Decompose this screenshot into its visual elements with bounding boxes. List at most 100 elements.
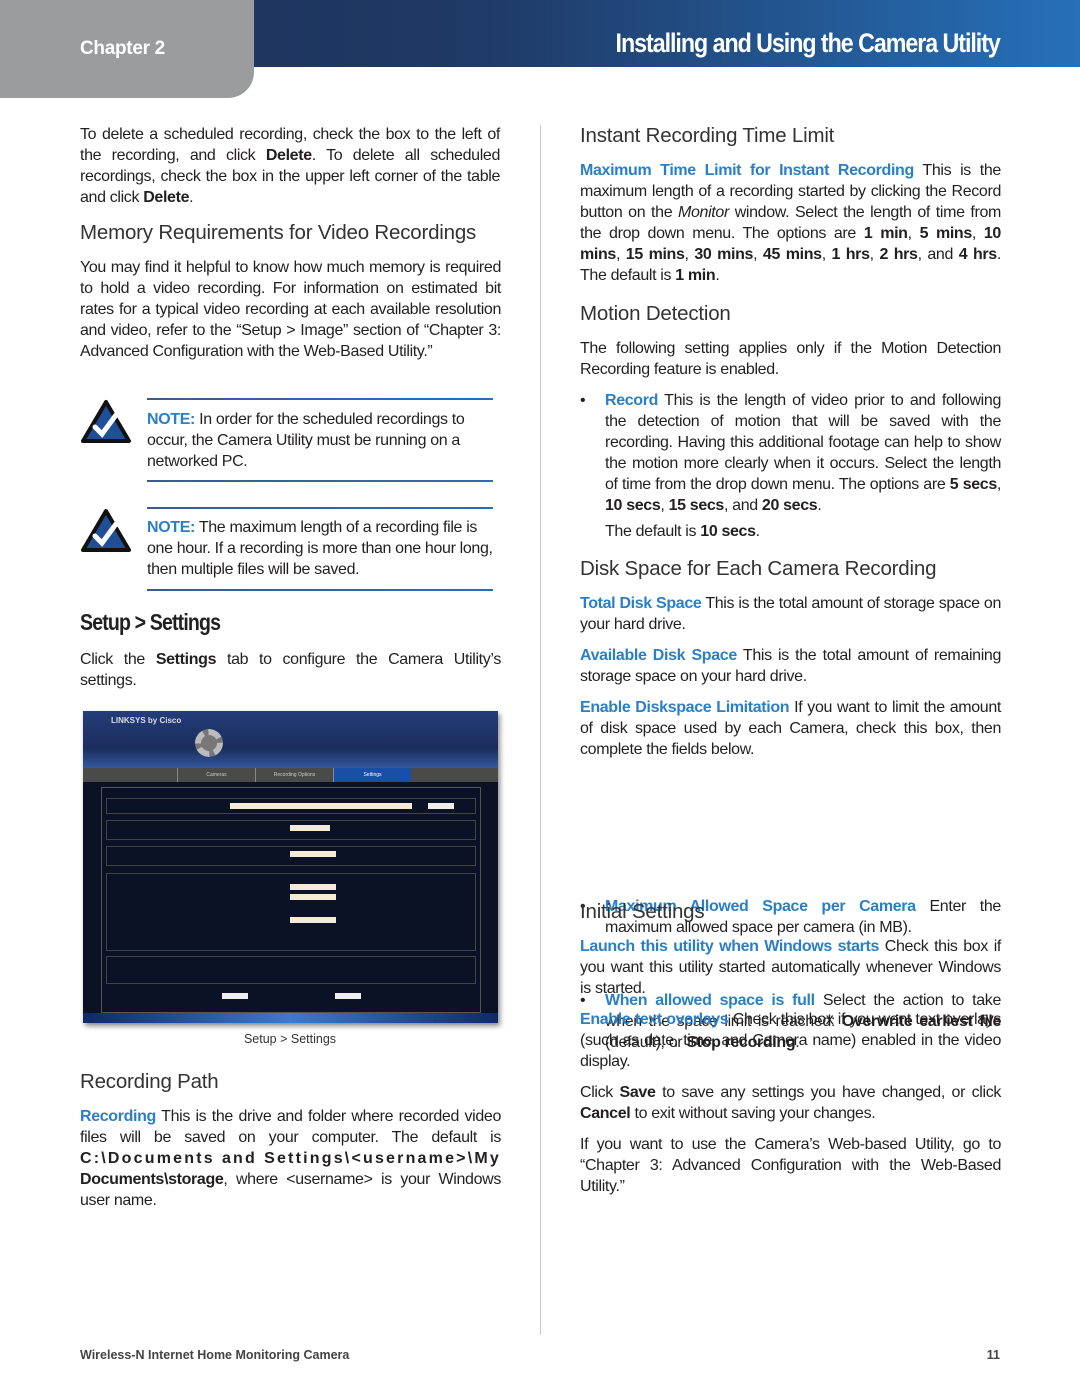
- figure-caption: Setup > Settings: [243, 1032, 337, 1046]
- text-run: Click the: [80, 651, 156, 668]
- text-run: Delete: [265, 147, 312, 164]
- note-text: The maximum length of a recording file i…: [147, 519, 493, 578]
- text-run: Delete: [143, 189, 190, 206]
- note-1: NOTE: In order for the scheduled recordi…: [147, 409, 497, 472]
- motion-detection-heading: Motion Detection: [580, 302, 731, 325]
- text-run: 4 hrs: [958, 246, 997, 263]
- web-utility-paragraph: If you want to use the Camera’s Web-base…: [580, 1134, 1001, 1197]
- initial-settings-heading: Initial Settings: [580, 900, 705, 923]
- checkmark-note-icon: [81, 400, 131, 443]
- text-run: 10 secs: [700, 523, 756, 540]
- note-divider: [147, 589, 493, 591]
- text-run: ,: [660, 497, 669, 514]
- chapter-title: Installing and Using the Camera Utility: [615, 28, 1001, 58]
- text-run: The following setting applies only if th…: [580, 340, 1001, 378]
- term-label: Total Disk Space: [580, 595, 702, 612]
- screenshot-tab-recording-options: Recording Options: [255, 768, 333, 782]
- text-run: ,: [907, 225, 920, 242]
- text-run: 10 secs: [605, 497, 661, 514]
- text-run: ,: [971, 225, 984, 242]
- setup-paragraph: Click the Settings tab to configure the …: [80, 649, 501, 691]
- text-run: , and: [917, 246, 959, 263]
- page-number: 11: [986, 1348, 1000, 1362]
- text-run: The default is: [605, 523, 701, 540]
- term-label: Enable Diskspace Limitation: [580, 699, 790, 716]
- note-label: NOTE:: [147, 411, 196, 428]
- instant-recording-paragraph: Maximum Time Limit for Instant Recording…: [580, 160, 1001, 286]
- text-run: ,: [996, 476, 1002, 493]
- text-run: Click: [580, 1084, 620, 1101]
- text-run: ,: [753, 246, 763, 263]
- screenshot-logo: LINKSYS by Cisco: [111, 716, 182, 725]
- text-run: This is the length of video prior to and…: [605, 392, 1001, 493]
- term-label: Available Disk Space: [580, 647, 737, 664]
- term-label: Maximum Time Limit for Instant Recording: [580, 162, 914, 179]
- text-run: 30 mins: [694, 246, 754, 263]
- note-label: NOTE:: [147, 519, 196, 536]
- delete-paragraph: To delete a scheduled recording, check t…: [80, 124, 500, 208]
- note-divider: [147, 398, 493, 400]
- record-bullet: Record This is the length of video prior…: [580, 390, 1001, 516]
- total-disk-paragraph: Total Disk Space This is the total amoun…: [580, 593, 1001, 635]
- note-text: In order for the scheduled recordings to…: [147, 411, 465, 470]
- text-run: , and: [723, 497, 762, 514]
- text-run: 1 min: [675, 267, 716, 284]
- text-run: to exit without saving your changes.: [630, 1105, 876, 1122]
- text-run: Save: [619, 1084, 656, 1101]
- available-disk-paragraph: Available Disk Space This is the total a…: [580, 645, 1001, 687]
- disk-space-heading: Disk Space for Each Camera Recording: [580, 557, 937, 580]
- recording-path-heading: Recording Path: [80, 1070, 219, 1093]
- enable-diskspace-paragraph: Enable Diskspace Limitation If you want …: [580, 697, 1001, 760]
- screenshot-settings-panel: [101, 787, 481, 1013]
- text-run: ,: [869, 246, 880, 263]
- text-run: 20 secs: [761, 497, 818, 514]
- text-run: 15 mins: [625, 246, 685, 263]
- settings-screenshot: LINKSYS by Cisco Cameras Recording Optio…: [83, 711, 498, 1023]
- text-run: You may find it helpful to know how much…: [80, 259, 501, 360]
- text-run: Monitor: [678, 204, 729, 221]
- text-run: If you want to use the Camera’s Web-base…: [580, 1136, 1001, 1195]
- text-run: 5 secs: [949, 476, 997, 493]
- text-run: to save any settings you have changed, o…: [655, 1084, 1002, 1101]
- text-run: Cancel: [580, 1105, 631, 1122]
- save-paragraph: Click Save to save any settings you have…: [580, 1082, 1001, 1124]
- column-divider: [540, 125, 541, 1335]
- launch-paragraph: Launch this utility when Windows starts …: [580, 936, 1001, 999]
- text-run: Documents\storage: [80, 1171, 224, 1188]
- term-label: Recording: [80, 1108, 156, 1125]
- text-run: .: [817, 497, 822, 514]
- text-run: .: [755, 523, 760, 540]
- term-label: Enable text overlays: [580, 1011, 729, 1028]
- text-run: 45 mins: [762, 246, 822, 263]
- text-run: .: [715, 267, 720, 284]
- record-default: The default is 10 secs.: [605, 521, 1001, 542]
- text-run: .: [189, 189, 194, 206]
- chapter-label: Chapter 2: [80, 38, 165, 59]
- note-divider: [147, 480, 493, 482]
- term-label: Launch this utility when Windows starts: [580, 938, 880, 955]
- note-2: NOTE: The maximum length of a recording …: [147, 517, 497, 580]
- text-run: Settings: [155, 651, 217, 668]
- memory-heading: Memory Requirements for Video Recordings: [80, 221, 477, 244]
- screenshot-tab-cameras: Cameras: [177, 768, 255, 782]
- screenshot-tab-settings: Settings: [333, 768, 411, 782]
- checkmark-note-icon: [81, 509, 131, 552]
- instant-recording-heading: Instant Recording Time Limit: [580, 124, 835, 147]
- memory-paragraph: You may find it helpful to know how much…: [80, 257, 501, 362]
- text-run: C:\Documents and Settings\<username>\My: [80, 1150, 501, 1167]
- recording-path-paragraph: Recording This is the drive and folder w…: [80, 1106, 501, 1211]
- overlay-paragraph: Enable text overlays Check this box if y…: [580, 1009, 1001, 1072]
- text-run: 5 mins: [919, 225, 973, 242]
- footer-product: Wireless-N Internet Home Monitoring Came…: [80, 1348, 350, 1362]
- text-run: ,: [684, 246, 695, 263]
- text-run: 15 secs: [668, 497, 725, 514]
- note-divider: [147, 507, 493, 509]
- motion-paragraph: The following setting applies only if th…: [580, 338, 1001, 380]
- text-run: ,: [615, 246, 626, 263]
- term-label: Record: [605, 392, 659, 409]
- screenshot-tabs: Cameras Recording Options Settings: [83, 768, 498, 782]
- text-run: ,: [821, 246, 832, 263]
- text-run: 2 hrs: [879, 246, 918, 263]
- gear-icon: [195, 729, 223, 757]
- setup-settings-heading: Setup > Settings: [80, 609, 221, 635]
